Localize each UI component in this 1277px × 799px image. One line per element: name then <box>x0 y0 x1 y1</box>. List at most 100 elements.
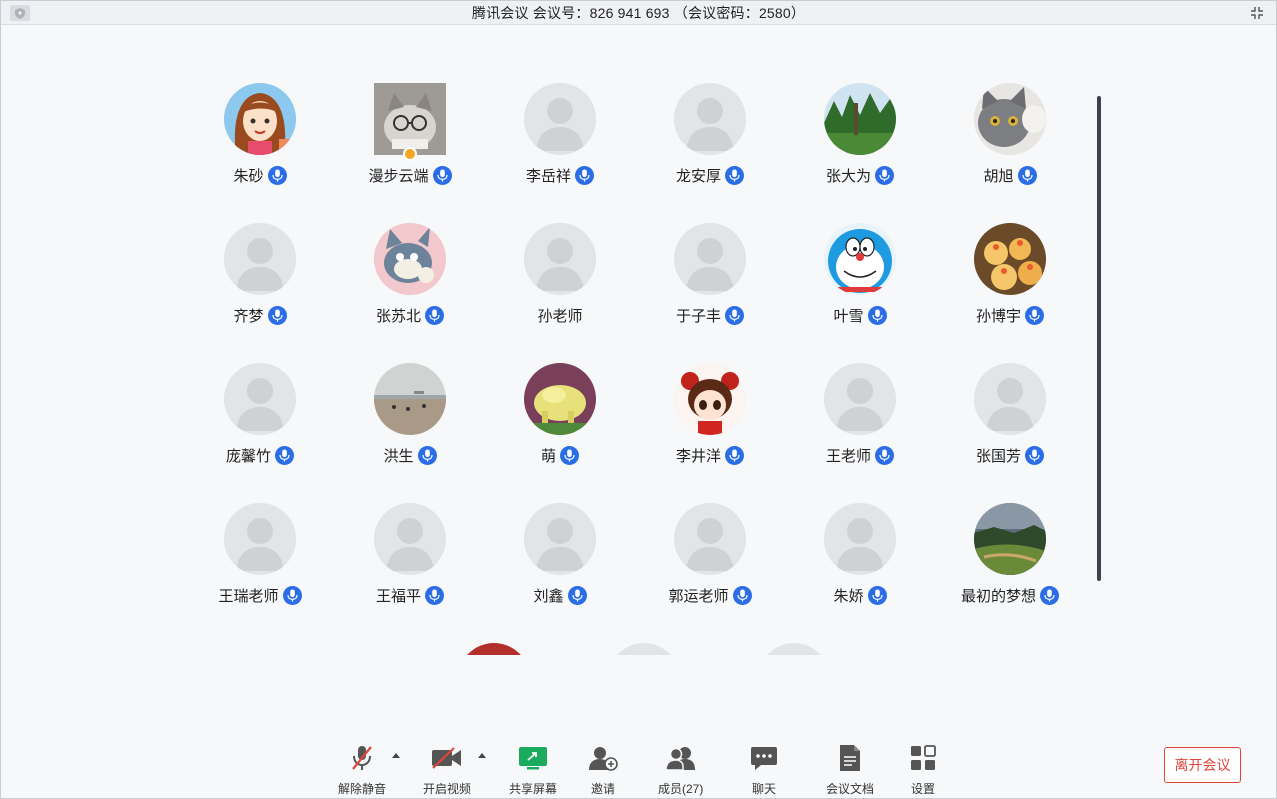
participant-tile[interactable]: 最初的梦想 <box>935 503 1085 643</box>
participant-tile[interactable]: 龙安厚 <box>635 83 785 223</box>
mic-status-icon <box>267 165 287 185</box>
participant-namebar: 王老师 <box>826 444 894 466</box>
chat-button[interactable]: 聊天 <box>747 743 781 797</box>
invite-button[interactable]: 邀请 <box>586 743 620 797</box>
exit-fullscreen-icon[interactable] <box>1248 4 1266 22</box>
participant-tile[interactable]: 孙博宇 <box>935 223 1085 363</box>
default-avatar <box>224 503 296 575</box>
default-avatar <box>824 363 896 435</box>
participant-name: 朱砂 <box>233 167 264 185</box>
mic-status-icon <box>875 165 894 185</box>
mic-status-icon <box>432 165 452 185</box>
participant-tile[interactable]: 洪生 <box>335 363 485 503</box>
start-video-button[interactable]: 开启视频 <box>423 743 471 797</box>
participant-namebar: 郭运老师 <box>668 584 752 606</box>
participant-name: 张大为 <box>825 167 871 185</box>
default-avatar <box>674 503 746 575</box>
share-screen-label: 共享屏幕 <box>509 782 558 796</box>
participant-tile[interactable]: 王瑞老师 <box>185 503 335 643</box>
participant-tile[interactable]: 朱砂 <box>185 83 335 223</box>
host-badge-icon <box>403 147 417 161</box>
participant-namebar: 胡旭 <box>983 164 1037 186</box>
participant-tile[interactable]: 张大为 <box>785 83 935 223</box>
participant-tile[interactable]: 孙老师 <box>485 223 635 363</box>
settings-label: 设置 <box>910 782 935 796</box>
participant-tile[interactable]: 朱娇 <box>785 503 935 643</box>
participant-tile[interactable]: 张苏北 <box>335 223 485 363</box>
video-off-icon <box>430 743 464 773</box>
participant-namebar: 庞馨竹 <box>226 444 294 466</box>
share-screen-button[interactable]: 共享屏幕 <box>509 743 557 797</box>
document-icon <box>833 743 867 773</box>
audio-options-caret-icon[interactable] <box>392 753 400 758</box>
participant-namebar: 孙老师 <box>537 304 582 326</box>
participant-tile[interactable]: 叶雪 <box>785 223 935 363</box>
add-user-icon <box>586 743 620 773</box>
participant-row: 齐梦 张苏北 孙老师 于子丰 叶雪 孙博宇 <box>185 223 1085 363</box>
invite-label: 邀请 <box>590 782 615 796</box>
participant-tile[interactable]: 王老师 <box>785 363 935 503</box>
unmute-button[interactable]: 解除静音 <box>338 743 386 797</box>
landscape-photo-avatar <box>974 503 1046 575</box>
participant-namebar: 漫步云端 <box>368 164 452 186</box>
participant-grid: 朱砂 漫步云端 李岳祥 龙安厚 张大为 胡旭齐梦 张苏北 孙老师 于子丰 叶雪 孙博宇庞馨竹 洪生 萌 李… <box>185 83 1085 643</box>
mic-status-icon <box>1025 445 1044 465</box>
settings-button[interactable]: 设置 <box>906 743 940 797</box>
vertical-scrollbar[interactable] <box>1097 96 1101 581</box>
participant-tile[interactable]: 王福平 <box>335 503 485 643</box>
participant-name: 龙安厚 <box>675 167 721 185</box>
participant-namebar: 李岳祥 <box>526 164 594 186</box>
participant-namebar: 刘鑫 <box>533 584 587 606</box>
participant-tile[interactable]: 漫步云端 <box>335 83 485 223</box>
participant-namebar: 洪生 <box>383 444 437 466</box>
mic-status-icon <box>575 165 594 185</box>
cat-glasses-avatar <box>374 83 446 161</box>
participant-tile[interactable]: 李岳祥 <box>485 83 635 223</box>
start-video-label: 开启视频 <box>423 782 472 796</box>
forest-photo-avatar <box>824 83 896 155</box>
participant-row: 庞馨竹 洪生 萌 李井洋 王老师 张国芳 <box>185 363 1085 503</box>
video-options-caret-icon[interactable] <box>478 753 486 758</box>
mic-status-icon <box>267 305 287 325</box>
chat-label: 聊天 <box>751 782 776 796</box>
participant-tile[interactable]: 齐梦 <box>185 223 335 363</box>
participant-tile[interactable]: 刘鑫 <box>485 503 635 643</box>
participant-tile[interactable]: 胡旭 <box>935 83 1085 223</box>
participant-avatar-partial <box>608 643 680 655</box>
leave-meeting-button[interactable]: 离开会议 <box>1164 747 1241 783</box>
participant-name: 王老师 <box>825 447 871 465</box>
participant-namebar: 王瑞老师 <box>218 584 302 606</box>
participant-tile[interactable]: 萌 <box>485 363 635 503</box>
participant-name: 张国芳 <box>975 447 1021 465</box>
participant-name: 叶雪 <box>833 307 864 325</box>
tom-cat-avatar <box>374 223 446 295</box>
participant-tile[interactable]: 于子丰 <box>635 223 785 363</box>
participant-tile[interactable]: 郭运老师 <box>635 503 785 643</box>
default-avatar <box>824 503 896 575</box>
participant-name: 胡旭 <box>983 167 1014 185</box>
participant-namebar: 孙博宇 <box>976 304 1044 326</box>
members-label: 成员(27) <box>658 782 704 796</box>
participant-tile[interactable]: 庞馨竹 <box>185 363 335 503</box>
mic-status-icon <box>275 445 294 465</box>
members-icon <box>664 743 698 773</box>
participant-namebar: 张国芳 <box>976 444 1044 466</box>
participant-name: 萌 <box>540 447 556 465</box>
participant-name: 王瑞老师 <box>218 587 279 605</box>
grey-cat-avatar <box>974 83 1046 155</box>
settings-grid-icon <box>906 743 940 773</box>
participant-avatar-partial <box>458 643 530 655</box>
security-shield-icon[interactable] <box>10 5 30 21</box>
title-bar: 腾讯会议 会议号：826 941 693 （会议密码：2580） <box>1 1 1276 25</box>
participant-tile[interactable]: 李井洋 <box>635 363 785 503</box>
mic-status-icon <box>875 445 894 465</box>
participant-name: 李岳祥 <box>525 167 571 185</box>
meeting-docs-label: 会议文档 <box>826 782 875 796</box>
participant-namebar: 萌 <box>541 444 579 466</box>
participant-name: 王福平 <box>375 587 421 605</box>
participant-namebar: 于子丰 <box>676 304 744 326</box>
participant-tile[interactable]: 张国芳 <box>935 363 1085 503</box>
members-button[interactable]: 成员(27) <box>658 743 703 797</box>
toy-photo-avatar <box>524 363 596 435</box>
meeting-docs-button[interactable]: 会议文档 <box>826 743 874 797</box>
